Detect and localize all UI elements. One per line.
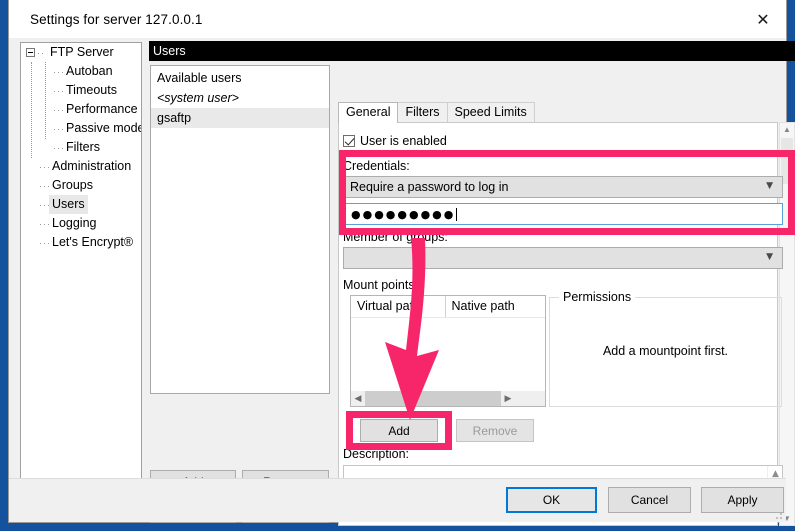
sidebar-item-logging[interactable]: ··· Logging — [21, 214, 141, 233]
credentials-selected-value: Require a password to log in — [350, 180, 509, 194]
sidebar-item-groups[interactable]: ··· Groups — [21, 176, 141, 195]
sidebar-item-label: Let's Encrypt® — [52, 235, 134, 249]
sidebar-item-filters[interactable]: ··· Filters — [21, 138, 141, 157]
chevron-down-icon: ▼ — [766, 252, 773, 262]
sidebar-item-label: Autoban — [66, 64, 113, 78]
credentials-select[interactable]: Require a password to log in ▼ — [343, 176, 783, 198]
sidebar-item-label: FTP Server — [50, 45, 114, 59]
sidebar-item-label: Groups — [52, 178, 93, 192]
tree-dots: ··· — [53, 142, 65, 153]
close-icon[interactable]: ✕ — [740, 0, 786, 38]
sidebar-item-label: Passive mode — [66, 121, 142, 135]
sidebar-item-label: Users — [49, 195, 88, 214]
chevron-down-icon: ▼ — [766, 181, 773, 191]
scroll-right-icon[interactable]: ▶ — [501, 394, 515, 404]
password-value: ●●●●●●●●● — [351, 207, 456, 221]
section-header: Users — [149, 41, 795, 61]
sidebar-item-passive-mode[interactable]: ··· Passive mode — [21, 119, 141, 138]
member-of-groups-select[interactable]: ▼ — [343, 247, 783, 269]
sidebar-item-administration[interactable]: ··· Administration — [21, 157, 141, 176]
cancel-button[interactable]: Cancel — [608, 487, 691, 513]
list-item[interactable]: gsaftp — [151, 108, 329, 128]
column-header-virtual-path[interactable]: Virtual path — [351, 296, 446, 317]
available-users-list[interactable]: Available users <system user> gsaftp — [150, 65, 330, 394]
tree-dots: ··· — [39, 218, 51, 229]
sidebar-item-label: Performance — [66, 102, 138, 116]
sidebar-item-users[interactable]: ··· Users — [21, 195, 141, 214]
credentials-label: Credentials: — [343, 159, 410, 173]
scrollbar-thumb[interactable] — [365, 391, 501, 406]
description-label: Description: — [343, 447, 409, 461]
scroll-up-icon[interactable]: ▲ — [780, 123, 794, 136]
sidebar-item-ftp-server[interactable]: ·· FTP Server — [21, 43, 141, 62]
permissions-message: Add a mountpoint first. — [602, 344, 729, 358]
tree-dots: ··· — [39, 180, 51, 191]
tab-speed-limits[interactable]: Speed Limits — [446, 102, 535, 123]
dialog-body: ·· FTP Server ··· Autoban ··· Timeouts ·… — [9, 38, 795, 526]
table-header-row: Virtual path Native path — [351, 296, 545, 318]
sidebar-item-label: Timeouts — [66, 83, 117, 97]
permissions-legend: Permissions — [559, 290, 636, 304]
tree-dots: ·· — [37, 47, 45, 58]
sidebar-item-performance[interactable]: ··· Performance — [21, 100, 141, 119]
tree-dots: ··· — [39, 161, 51, 172]
password-input[interactable]: ●●●●●●●●● — [343, 203, 783, 225]
sidebar-item-autoban[interactable]: ··· Autoban — [21, 62, 141, 81]
settings-tree[interactable]: ·· FTP Server ··· Autoban ··· Timeouts ·… — [20, 42, 142, 493]
permissions-group: Permissions Add a mountpoint first. — [549, 290, 782, 407]
tree-dots: ··· — [53, 85, 65, 96]
member-of-groups-label: Member of groups: — [343, 230, 448, 244]
user-enabled-label: User is enabled — [360, 134, 447, 148]
tree-dots: ··· — [53, 123, 65, 134]
window-title: Settings for server 127.0.0.1 — [30, 11, 203, 27]
add-mountpoint-button[interactable]: Add — [360, 419, 438, 442]
apply-button[interactable]: Apply — [701, 487, 784, 513]
collapse-icon[interactable] — [26, 48, 35, 57]
mount-points-horizontal-scrollbar[interactable]: ◀ ▶ — [351, 391, 545, 406]
tree-dots: ··· — [39, 199, 51, 210]
text-cursor — [456, 207, 458, 221]
tree-dots: ··· — [39, 237, 51, 248]
title-bar: Settings for server 127.0.0.1 ✕ — [9, 0, 786, 38]
tree-dots: ··· — [53, 104, 65, 115]
available-users-label: Available users — [157, 71, 242, 85]
mount-points-table[interactable]: Virtual path Native path ◀ ▶ — [350, 295, 546, 407]
sidebar-item-label: Administration — [52, 159, 132, 173]
sidebar-item-label: Filters — [66, 140, 101, 154]
list-item[interactable]: <system user> — [151, 88, 329, 108]
sidebar-item-timeouts[interactable]: ··· Timeouts — [21, 81, 141, 100]
ok-button[interactable]: OK — [506, 487, 597, 513]
tree-dots: ··· — [53, 66, 65, 77]
resize-grip-icon[interactable] — [773, 510, 783, 520]
checkmark-icon[interactable] — [343, 135, 355, 147]
tab-strip: General Filters Speed Limits — [338, 102, 535, 123]
user-enabled-checkbox[interactable]: User is enabled — [343, 134, 447, 148]
sidebar-item-lets-encrypt[interactable]: ··· Let's Encrypt® — [21, 233, 141, 252]
dialog-footer: OK Cancel Apply — [9, 478, 786, 522]
sidebar-item-label: Logging — [52, 216, 97, 230]
mount-points-label: Mount points: — [343, 278, 419, 292]
tab-filters[interactable]: Filters — [397, 102, 448, 123]
scroll-left-icon[interactable]: ◀ — [351, 394, 365, 404]
tab-general[interactable]: General — [338, 102, 399, 123]
column-header-native-path[interactable]: Native path — [446, 296, 545, 317]
settings-dialog: Settings for server 127.0.0.1 ✕ ·· FTP S… — [8, 0, 795, 526]
remove-mountpoint-button: Remove — [456, 419, 534, 442]
